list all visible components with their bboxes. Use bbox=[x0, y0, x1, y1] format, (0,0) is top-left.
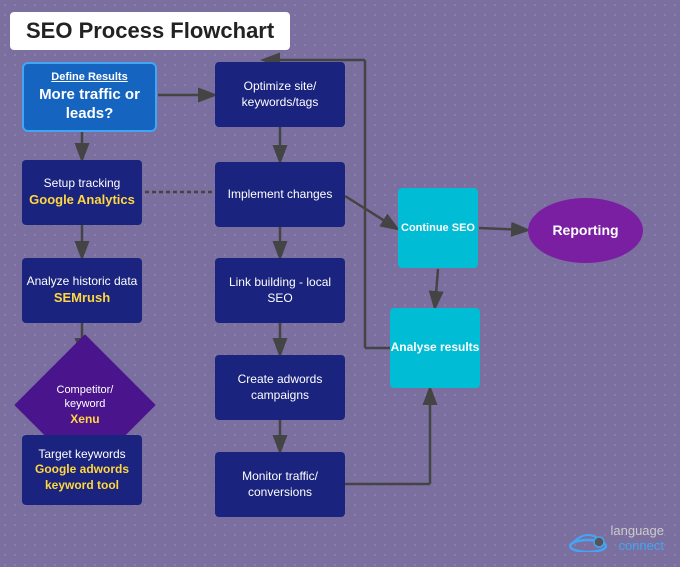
reporting-label: Reporting bbox=[552, 221, 618, 239]
setup-google-analytics: Google Analytics bbox=[29, 192, 135, 209]
define-main: More traffic or leads? bbox=[24, 85, 155, 124]
define-box: Define Results More traffic or leads? bbox=[22, 62, 157, 132]
adwords-label: Create adwords campaigns bbox=[215, 372, 345, 403]
define-label: Define Results bbox=[51, 70, 127, 84]
target-box: Target keywords Google adwords keyword t… bbox=[22, 435, 142, 505]
setup-box: Setup tracking Google Analytics bbox=[22, 160, 142, 225]
optimize-label: Optimize site/ keywords/tags bbox=[215, 79, 345, 110]
title-box: SEO Process Flowchart bbox=[10, 12, 290, 50]
analyze-line1: Analyze historic data bbox=[27, 274, 138, 290]
competitor-line1: Competitor/ keyword bbox=[35, 383, 135, 412]
implement-box: Implement changes bbox=[215, 162, 345, 227]
adwords-box: Create adwords campaigns bbox=[215, 355, 345, 420]
analyse-label: Analyse results bbox=[391, 340, 480, 356]
competitor-label: Competitor/ keyword Xenu bbox=[35, 383, 135, 427]
reporting-oval: Reporting bbox=[528, 198, 643, 263]
analyze-box: Analyze historic data SEMrush bbox=[22, 258, 142, 323]
target-tool: Google adwords keyword tool bbox=[22, 462, 142, 493]
continue-seo-box: Continue SEO bbox=[398, 188, 478, 268]
analyse-results-box: Analyse results bbox=[390, 308, 480, 388]
continue-label: Continue SEO bbox=[401, 221, 475, 235]
implement-label: Implement changes bbox=[228, 187, 333, 203]
logo: language connect bbox=[569, 523, 665, 553]
linkbuilding-box: Link building - local SEO bbox=[215, 258, 345, 323]
flowchart-container: SEO Process Flowchart bbox=[0, 0, 680, 567]
competitor-bold: Xenu bbox=[35, 412, 135, 428]
logo-line1: language bbox=[611, 523, 665, 538]
target-line1: Target keywords bbox=[22, 447, 142, 463]
monitor-label: Monitor traffic/ conversions bbox=[215, 469, 345, 500]
linkbuilding-label: Link building - local SEO bbox=[215, 275, 345, 306]
optimize-box: Optimize site/ keywords/tags bbox=[215, 62, 345, 127]
monitor-box: Monitor traffic/ conversions bbox=[215, 452, 345, 517]
logo-line2: connect bbox=[611, 538, 665, 553]
analyze-semrush: SEMrush bbox=[27, 290, 138, 307]
logo-icon bbox=[569, 524, 607, 552]
setup-line1: Setup tracking bbox=[29, 176, 135, 192]
page-title: SEO Process Flowchart bbox=[26, 18, 274, 43]
